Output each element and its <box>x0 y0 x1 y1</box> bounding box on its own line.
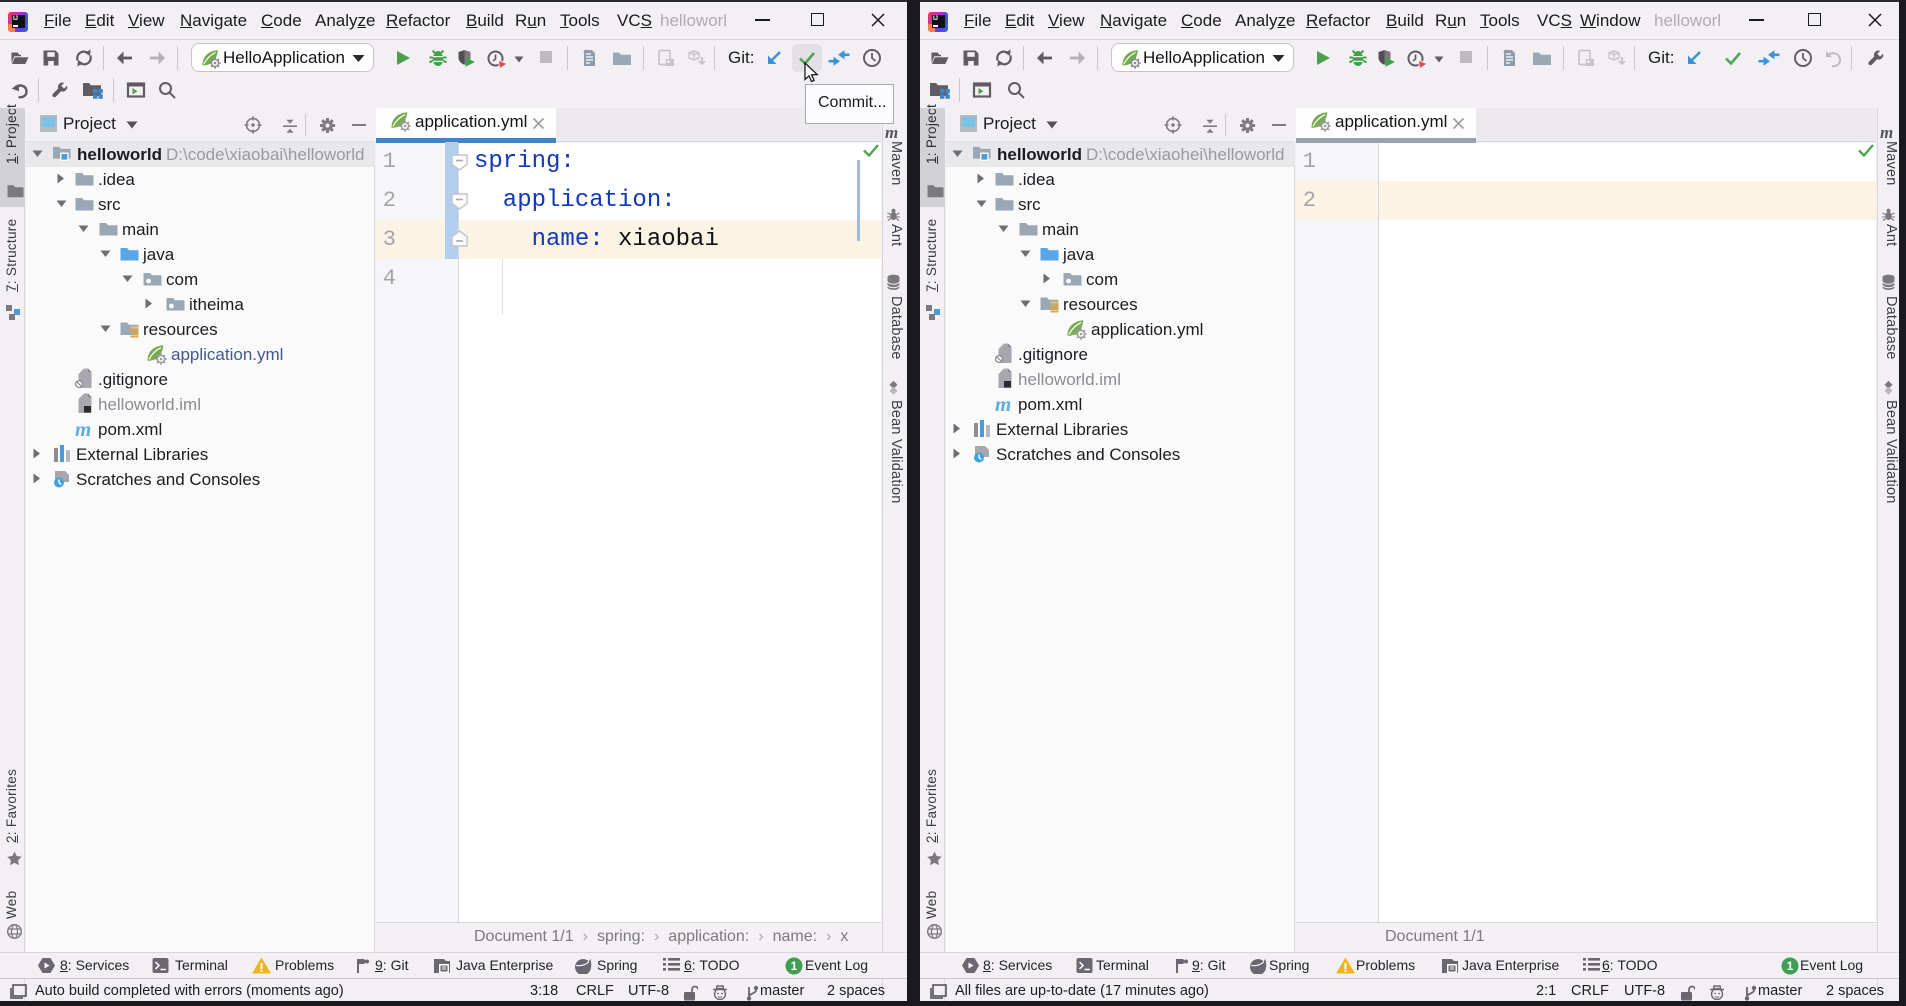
svg-text:1: 1 <box>1787 959 1794 973</box>
svg-text:1: 1 <box>791 959 798 973</box>
